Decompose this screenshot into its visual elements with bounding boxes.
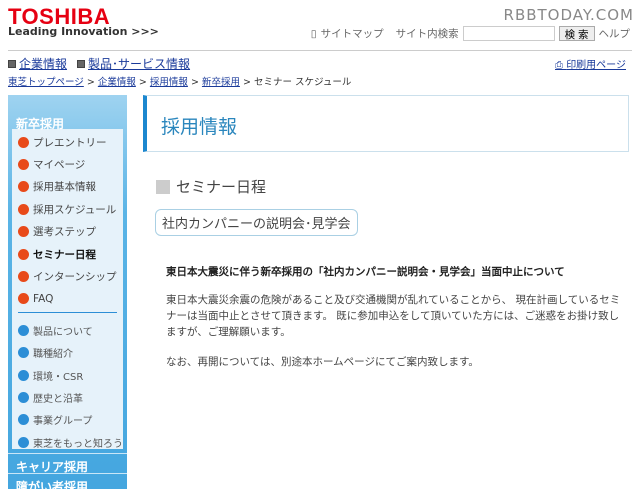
breadcrumb-sep: > bbox=[190, 77, 199, 88]
item-label: 職種紹介 bbox=[33, 349, 73, 361]
sidebar-sub-item[interactable]: 環境・CSR bbox=[12, 364, 123, 386]
item-label: 採用基本情報 bbox=[33, 181, 96, 194]
item-label: プレエントリー bbox=[33, 136, 107, 149]
category-tag: 社内カンパニーの説明会･見学会 bbox=[155, 209, 358, 236]
search-input[interactable] bbox=[462, 26, 555, 41]
printer-icon: ⎙ bbox=[555, 60, 563, 71]
breadcrumb-sep: > bbox=[138, 77, 147, 88]
sidebar-item[interactable]: FAQ bbox=[12, 288, 123, 310]
item-label: FAQ bbox=[33, 292, 54, 305]
breadcrumb-current: セミナー スケジュール bbox=[253, 77, 352, 88]
notice-paragraph: なお、再開については、別途本ホームページにてご案内致します。 bbox=[166, 356, 479, 368]
square-icon bbox=[8, 59, 16, 68]
bullet-icon bbox=[18, 226, 29, 238]
bullet-icon bbox=[18, 271, 29, 283]
breadcrumb-item[interactable]: 新卒採用 bbox=[202, 77, 240, 88]
breadcrumb: 東芝トップページ > 企業情報 > 採用情報 > 新卒採用 > セミナー スケジ… bbox=[8, 74, 351, 88]
bullet-icon bbox=[18, 347, 29, 359]
bullet-icon bbox=[18, 203, 29, 215]
sidebar-sub-item[interactable]: 事業グループ bbox=[12, 409, 123, 431]
item-label: 東芝をもっと知ろう bbox=[33, 438, 123, 450]
square-icon bbox=[77, 59, 86, 68]
item-label: インターンシップ bbox=[33, 271, 117, 284]
bullet-icon bbox=[18, 414, 29, 426]
item-label: 歴史と沿革 bbox=[33, 393, 83, 405]
breadcrumb-sep: > bbox=[242, 77, 251, 88]
help-link[interactable]: ヘルプ bbox=[599, 26, 631, 41]
search-label: サイト内検索 bbox=[395, 28, 459, 40]
global-nav: 企業情報 製品･サービス情報 bbox=[8, 55, 190, 72]
sidebar-item[interactable]: 採用基本情報 bbox=[12, 176, 123, 198]
heading-text: セミナー日程 bbox=[176, 178, 267, 196]
page-title-bar: 採用情報 bbox=[143, 95, 629, 152]
square-icon bbox=[156, 179, 170, 194]
sidebar-item[interactable]: 採用スケジュール bbox=[12, 198, 123, 220]
sitemap-link[interactable]: サイトマップ bbox=[321, 26, 384, 41]
search-button[interactable]: 検 索 bbox=[558, 26, 595, 41]
sitemap-icon: ▯ bbox=[310, 27, 317, 40]
sidebar-item[interactable]: インターンシップ bbox=[12, 265, 123, 287]
breadcrumb-item[interactable]: 企業情報 bbox=[98, 77, 136, 88]
print-page-link[interactable]: ⎙ 印刷用ページ bbox=[555, 56, 626, 71]
item-label: マイページ bbox=[33, 159, 86, 172]
nav-label: 企業情報 bbox=[19, 57, 68, 71]
sidebar-divider bbox=[18, 312, 117, 314]
sidebar-item-current[interactable]: セミナー日程 bbox=[12, 243, 123, 265]
sidebar-sub-item[interactable]: 歴史と沿革 bbox=[12, 386, 123, 408]
watermark: RBBTODAY.COM bbox=[503, 6, 634, 24]
sidebar-item[interactable]: マイページ bbox=[12, 153, 123, 175]
utility-bar: ▯ サイトマップ サイト内検索 検 索 ヘルプ bbox=[311, 26, 630, 41]
item-label: 製品について bbox=[33, 326, 93, 338]
bullet-icon bbox=[18, 248, 29, 260]
bullet-icon bbox=[18, 159, 29, 171]
sidebar-sub-item[interactable]: 職種紹介 bbox=[12, 342, 123, 364]
bullet-icon bbox=[18, 181, 29, 193]
sidebar-section-career[interactable]: キャリア採用 bbox=[8, 453, 127, 474]
bullet-icon bbox=[18, 293, 29, 305]
bullet-icon bbox=[18, 136, 29, 148]
sidebar-heading[interactable]: 新卒採用 bbox=[8, 95, 127, 131]
breadcrumb-item[interactable]: 東芝トップページ bbox=[8, 77, 84, 88]
nav-label: 製品･サービス情報 bbox=[88, 57, 191, 71]
nav-corporate-info[interactable]: 企業情報 bbox=[8, 55, 67, 72]
item-label: セミナー日程 bbox=[33, 248, 96, 261]
sidebar-item[interactable]: 選考ステップ bbox=[12, 221, 123, 243]
item-label: 採用スケジュール bbox=[33, 203, 117, 216]
divider bbox=[8, 50, 632, 51]
notice-paragraph: 東日本大震災余震の危険があること及び交通機関が乱れていることから、 現在計画して… bbox=[166, 294, 621, 338]
page-title: 採用情報 bbox=[161, 116, 238, 138]
item-label: 環境・CSR bbox=[33, 371, 84, 383]
tagline: Leading Innovation >>> bbox=[8, 25, 159, 38]
sidebar-item[interactable]: プレエントリー bbox=[12, 131, 123, 153]
breadcrumb-item[interactable]: 採用情報 bbox=[150, 77, 188, 88]
bullet-icon bbox=[18, 391, 29, 403]
breadcrumb-sep: > bbox=[86, 77, 95, 88]
bullet-icon bbox=[18, 324, 29, 336]
notice-title: 東日本大震災に伴う新卒採用の「社内カンパニー説明会・見学会」当面中止について bbox=[166, 266, 565, 278]
section-heading: セミナー日程 bbox=[156, 176, 266, 197]
bullet-icon bbox=[18, 369, 29, 381]
item-label: 事業グループ bbox=[33, 416, 93, 428]
nav-products-services[interactable]: 製品･サービス情報 bbox=[77, 55, 190, 72]
sidebar-sub-item[interactable]: 製品について bbox=[12, 319, 123, 341]
bullet-icon bbox=[18, 436, 29, 448]
print-label: 印刷用ページ bbox=[566, 60, 626, 71]
item-label: 選考ステップ bbox=[33, 226, 96, 239]
sidebar: 新卒採用 プレエントリー マイページ 採用基本情報 採用スケジュール 選考ステッ… bbox=[8, 95, 127, 494]
sidebar-sub-item[interactable]: 東芝をもっと知ろう bbox=[12, 431, 123, 453]
sidebar-menu: プレエントリー マイページ 採用基本情報 採用スケジュール 選考ステップ セミナ… bbox=[12, 129, 123, 450]
sidebar-section-disability[interactable]: 障がい者採用 bbox=[8, 473, 127, 494]
